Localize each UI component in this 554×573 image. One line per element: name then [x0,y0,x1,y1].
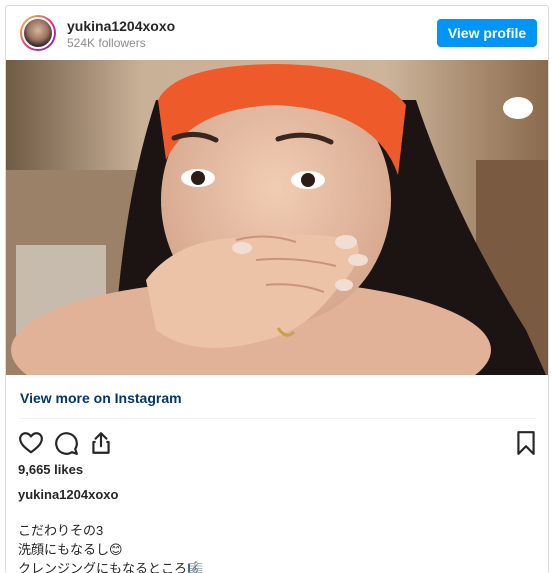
post-header: yukina1204xoxo 524K followers View profi… [6,6,548,60]
heart-icon[interactable] [18,430,44,456]
post-photo-illustration [6,60,548,375]
view-profile-button[interactable]: View profile [437,19,537,47]
instagram-embed-card: yukina1204xoxo 524K followers View profi… [5,5,549,573]
caption-username[interactable]: yukina1204xoxo [18,487,118,502]
post-photo[interactable] [6,60,548,375]
bookmark-icon[interactable] [513,430,539,456]
comment-icon[interactable] [53,430,79,456]
avatar[interactable] [20,15,56,51]
username[interactable]: yukina1204xoxo [67,18,175,34]
caption-line: 洗顔にもなるし😊 [18,542,123,557]
caption-line: こだわりその3 [18,523,104,538]
divider [20,418,536,419]
like-count[interactable]: 9,665 likes [18,462,83,477]
follower-count: 524K followers [67,36,146,50]
share-icon[interactable] [88,430,114,456]
avatar-image [22,17,54,49]
caption-line: クレンジングにもなるところ🎼 [18,561,204,573]
view-more-link[interactable]: View more on Instagram [20,390,182,406]
